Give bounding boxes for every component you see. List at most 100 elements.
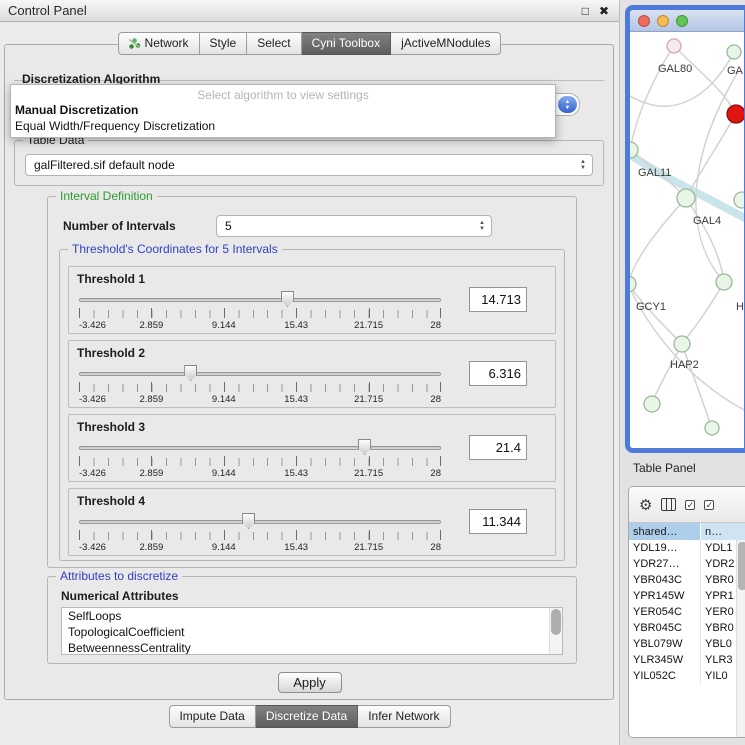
table-toolbar: ⚙ — [629, 487, 745, 523]
attribute-item[interactable]: SelfLoops — [62, 608, 562, 624]
combobox-stepper-icon — [479, 220, 485, 233]
popup-item-equal-width-frequency[interactable]: Equal Width/Frequency Discretization — [11, 118, 555, 134]
popup-item-manual-discretization[interactable]: Manual Discretization — [11, 102, 555, 118]
table-row[interactable]: YDR27…YDR2 — [629, 556, 736, 572]
top-tab-bar: Network StyleSelect Cyni Toolbox jActiveMNo… — [118, 32, 502, 55]
table-cell: YBL0 — [701, 638, 736, 650]
scrollbar[interactable] — [549, 608, 562, 654]
table-cell: YLR3 — [701, 654, 736, 666]
table-row[interactable]: YLR345WYLR3 — [629, 652, 736, 668]
checkbox-icon[interactable] — [685, 500, 695, 510]
tick-label: -3.426 — [79, 542, 106, 553]
threshold-2-label: Threshold 2 — [77, 346, 145, 360]
minimize-traffic-light[interactable] — [657, 15, 669, 27]
network-node-green[interactable] — [677, 189, 695, 207]
apply-button[interactable]: Apply — [278, 672, 342, 693]
threshold-2-slider[interactable]: -3.4262.8599.14415.4321.71528 — [79, 365, 441, 407]
network-node-green[interactable] — [630, 276, 636, 292]
zoom-traffic-light[interactable] — [676, 15, 688, 27]
table-row[interactable]: YER054CYER0 — [629, 604, 736, 620]
threshold-4-slider[interactable]: -3.4262.8599.14415.4321.71528 — [79, 513, 441, 555]
attributes-group-label: Attributes to discretize — [56, 569, 182, 583]
network-node-green[interactable] — [674, 336, 690, 352]
threshold-3-value-input[interactable] — [469, 435, 527, 460]
tab-label: Infer Network — [368, 709, 439, 723]
column-header-name[interactable]: n… — [701, 523, 745, 540]
attributes-group: Attributes to discretize Numerical Attri… — [47, 576, 577, 664]
table-row[interactable]: YPR145WYPR1 — [629, 588, 736, 604]
table-cell: YER0 — [701, 606, 736, 618]
network-node-green[interactable] — [705, 421, 719, 435]
table-row[interactable]: YBL079WYBL0 — [629, 636, 736, 652]
tab-cyni-toolbox[interactable]: Cyni Toolbox — [302, 32, 391, 55]
numerical-attributes-label: Numerical Attributes — [61, 589, 179, 603]
column-header-shared-name[interactable]: shared… — [629, 523, 701, 540]
slider-track — [79, 372, 441, 376]
columns-icon[interactable] — [661, 498, 676, 511]
tab-network[interactable]: Network — [118, 32, 200, 55]
table-row[interactable]: YDL19…YDL1 — [629, 540, 736, 556]
network-node-green[interactable] — [734, 192, 744, 208]
table-row[interactable]: YIL052CYIL0 — [629, 668, 736, 684]
interval-definition-group: Interval Definition Number of Intervals … — [47, 196, 577, 568]
tab-select[interactable]: Select — [247, 32, 301, 55]
scrollbar-thumb[interactable] — [551, 609, 561, 635]
table-cell: YBR0 — [701, 622, 736, 634]
table-panel-title: Table Panel — [633, 461, 696, 475]
tab-jactivemnodules[interactable]: jActiveMNodules — [391, 32, 501, 55]
threshold-3-slider[interactable]: -3.4262.8599.14415.4321.71528 — [79, 439, 441, 481]
slider-handle[interactable] — [242, 513, 255, 529]
minimize-icon[interactable]: □ — [582, 4, 589, 18]
tab-label: Cyni Toolbox — [312, 36, 380, 50]
scrollbar-thumb[interactable] — [738, 542, 745, 590]
threshold-1-value-input[interactable] — [469, 287, 527, 312]
table-cell: YIL052C — [629, 668, 701, 684]
threshold-1-box: Threshold 1 -3.4262.8599.14415.4321.7152… — [68, 266, 556, 334]
tick-label: 21.715 — [354, 320, 383, 331]
gear-icon[interactable]: ⚙ — [639, 496, 652, 514]
network-canvas[interactable]: GAL80GAGAL11GAL4GCY1HHAP2 — [630, 32, 744, 448]
tick-label: 9.144 — [212, 394, 236, 405]
table-data-combobox[interactable]: galFiltered.sif default node — [25, 154, 593, 176]
slider-tick-labels: -3.4262.8599.14415.4321.71528 — [79, 542, 441, 554]
network-node-red[interactable] — [727, 105, 744, 123]
slider-handle[interactable] — [281, 291, 294, 307]
close-icon[interactable]: ✖ — [599, 4, 609, 18]
tab-label: Network — [145, 36, 189, 50]
checkbox-icon[interactable] — [704, 500, 714, 510]
tab-discretize-data[interactable]: Discretize Data — [256, 705, 358, 728]
slider-handle[interactable] — [358, 439, 371, 455]
slider-track — [79, 446, 441, 450]
network-node-pink[interactable] — [667, 39, 681, 53]
threshold-1-slider[interactable]: -3.4262.8599.14415.4321.71528 — [79, 291, 441, 333]
tick-label: 2.859 — [140, 468, 164, 479]
network-node-green[interactable] — [716, 274, 732, 290]
network-node-label: H — [736, 301, 744, 313]
number-of-intervals-value: 5 — [225, 219, 232, 233]
slider-handle[interactable] — [184, 365, 197, 381]
table-cell: YBL079W — [629, 636, 701, 652]
table-cell: YDR2 — [701, 558, 736, 570]
slider-tick-labels: -3.4262.8599.14415.4321.71528 — [79, 394, 441, 406]
threshold-2-value-input[interactable] — [469, 361, 527, 386]
algorithm-dropdown-popup: Select algorithm to view settings Manual… — [10, 84, 556, 138]
network-node-green[interactable] — [644, 396, 660, 412]
numerical-attributes-list[interactable]: SelfLoopsTopologicalCoefficientBetweenne… — [61, 607, 563, 655]
scrollbar[interactable] — [736, 540, 745, 737]
table-row[interactable]: YBR043CYBR0 — [629, 572, 736, 588]
close-traffic-light[interactable] — [638, 15, 650, 27]
tab-infer-network[interactable]: Infer Network — [358, 705, 450, 728]
threshold-4-value-input[interactable] — [469, 509, 527, 534]
tab-impute-data[interactable]: Impute Data — [168, 705, 255, 728]
network-node-label: GAL80 — [658, 63, 692, 75]
attribute-item[interactable]: BetweennessCentrality — [62, 640, 562, 655]
table-row[interactable]: YBR045CYBR0 — [629, 620, 736, 636]
number-of-intervals-combobox[interactable]: 5 — [216, 215, 492, 237]
combobox-stepper-icon[interactable] — [558, 96, 577, 113]
network-window-titlebar — [630, 10, 744, 32]
slider-ruler — [79, 532, 441, 540]
attribute-item[interactable]: TopologicalCoefficient — [62, 624, 562, 640]
tab-style[interactable]: Style — [200, 32, 248, 55]
table-data-value: galFiltered.sif default node — [34, 158, 175, 172]
network-node-green[interactable] — [727, 45, 741, 59]
